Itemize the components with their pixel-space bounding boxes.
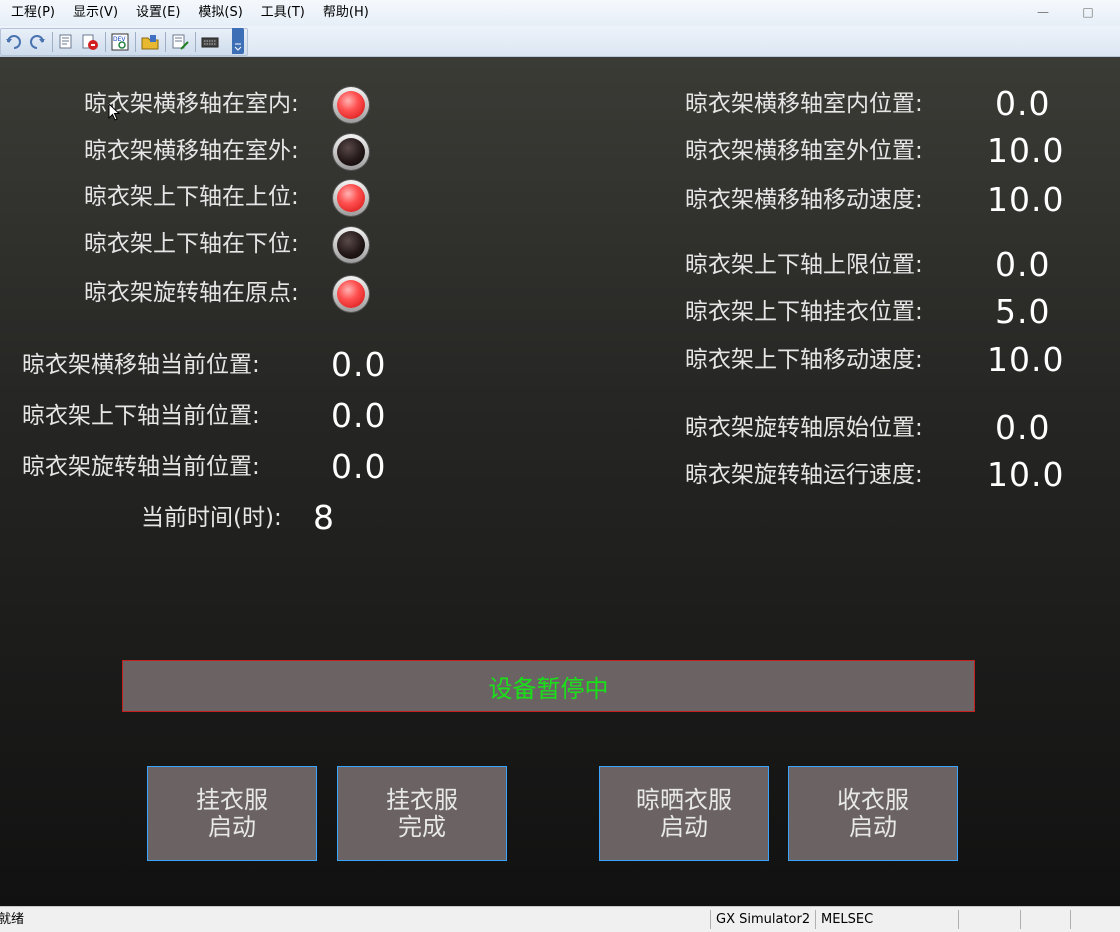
param-value[interactable]: 5.0: [995, 294, 1050, 330]
toolbar-separator: [195, 32, 196, 52]
menu-tools[interactable]: 工具(T): [252, 4, 314, 22]
indicator-lamp-traverse-outdoor: [333, 134, 369, 170]
param-value[interactable]: 0.0: [995, 86, 1050, 122]
current-position-value: 0.0: [331, 447, 387, 486]
toolbar-strip: DEV: [0, 28, 248, 56]
current-position-value: 0.0: [331, 345, 387, 384]
button-label-line1: 挂衣服: [386, 785, 458, 814]
toolbar-separator: [105, 32, 106, 52]
indicator-lamp-rotation-origin: [333, 276, 369, 312]
indicator-lamp-traverse-indoor: [333, 87, 369, 123]
redo-icon[interactable]: [26, 31, 48, 53]
button-label-line2: 启动: [849, 812, 897, 841]
param-label: 晾衣架横移轴室内位置:: [685, 91, 923, 117]
button-label-line2: 启动: [660, 812, 708, 841]
current-time-value: 8: [313, 498, 335, 537]
hang-clothes-done-button[interactable]: 挂衣服 完成: [337, 766, 507, 861]
monitor-icon[interactable]: [56, 31, 78, 53]
minimize-button[interactable]: —: [1028, 2, 1058, 22]
stop-icon[interactable]: [79, 31, 101, 53]
menu-help[interactable]: 帮助(H): [314, 4, 378, 22]
device-status-banner: 设备暂停中: [122, 660, 975, 712]
toolbar-overflow-button[interactable]: [232, 28, 244, 54]
param-value[interactable]: 10.0: [987, 342, 1064, 378]
toolbar: DEV: [0, 26, 1120, 57]
param-label: 晾衣架上下轴上限位置:: [685, 252, 923, 278]
status-divider: [815, 910, 816, 929]
menu-settings[interactable]: 设置(E): [127, 4, 189, 22]
menu-simulation[interactable]: 模拟(S): [189, 4, 251, 22]
hang-clothes-start-button[interactable]: 挂衣服 启动: [147, 766, 317, 861]
indicator-lamp-vertical-up: [333, 180, 369, 216]
status-bar: 就绪 GX Simulator2 MELSEC: [0, 906, 1120, 932]
indicator-label: 晾衣架上下轴在上位:: [84, 184, 299, 210]
current-position-label: 晾衣架上下轴当前位置:: [22, 403, 260, 429]
maximize-button[interactable]: □: [1073, 2, 1103, 22]
open-folder-icon[interactable]: [139, 31, 161, 53]
param-label: 晾衣架横移轴移动速度:: [685, 187, 923, 213]
param-label: 晾衣架旋转轴运行速度:: [685, 462, 923, 488]
status-app-name: GX Simulator2: [716, 912, 811, 927]
undo-icon[interactable]: [3, 31, 25, 53]
param-label: 晾衣架上下轴挂衣位置:: [685, 299, 923, 325]
svg-text:DEV: DEV: [113, 36, 126, 43]
write-icon[interactable]: [169, 31, 191, 53]
toolbar-separator: [52, 32, 53, 52]
toolbar-separator: [135, 32, 136, 52]
indicator-lamp-vertical-down: [333, 227, 369, 263]
param-value[interactable]: 10.0: [987, 133, 1064, 169]
status-vendor: MELSEC: [821, 912, 874, 927]
menu-project[interactable]: 工程(P): [2, 4, 64, 22]
param-value[interactable]: 10.0: [987, 457, 1064, 493]
param-value[interactable]: 0.0: [995, 247, 1050, 283]
indicator-label: 晾衣架横移轴在室外:: [84, 138, 299, 164]
button-label-line1: 收衣服: [837, 785, 909, 814]
button-label-line1: 晾晒衣服: [636, 785, 732, 814]
menu-bar: 工程(P) 显示(V) 设置(E) 模拟(S) 工具(T) 帮助(H) — □: [0, 0, 1120, 26]
menu-view[interactable]: 显示(V): [64, 4, 127, 22]
status-divider: [1020, 910, 1021, 929]
param-label: 晾衣架旋转轴原始位置:: [685, 415, 923, 441]
hmi-screen: 晾衣架横移轴在室内: 晾衣架横移轴在室外: 晾衣架上下轴在上位: 晾衣架上下轴在…: [0, 57, 1120, 906]
device-search-icon[interactable]: DEV: [109, 31, 131, 53]
indicator-label: 晾衣架旋转轴在原点:: [84, 280, 299, 306]
dry-clothes-start-button[interactable]: 晾晒衣服 启动: [599, 766, 769, 861]
keyboard-icon[interactable]: [199, 31, 221, 53]
indicator-label: 晾衣架上下轴在下位:: [84, 231, 299, 257]
param-label: 晾衣架上下轴移动速度:: [685, 347, 923, 373]
chevron-down-icon: [234, 43, 242, 51]
status-ready-text: 就绪: [0, 912, 25, 927]
param-label: 晾衣架横移轴室外位置:: [685, 138, 923, 164]
button-label-line2: 启动: [208, 812, 256, 841]
current-time-label: 当前时间(时):: [141, 505, 282, 531]
button-label-line1: 挂衣服: [196, 785, 268, 814]
param-value[interactable]: 0.0: [995, 410, 1050, 446]
param-value[interactable]: 10.0: [987, 182, 1064, 218]
button-label-line2: 完成: [398, 812, 446, 841]
collect-clothes-start-button[interactable]: 收衣服 启动: [788, 766, 958, 861]
current-position-label: 晾衣架旋转轴当前位置:: [22, 454, 260, 480]
current-position-value: 0.0: [331, 396, 387, 435]
status-divider: [1070, 910, 1071, 929]
device-status-text: 设备暂停中: [488, 674, 609, 703]
toolbar-separator: [165, 32, 166, 52]
status-divider: [710, 910, 711, 929]
current-position-label: 晾衣架横移轴当前位置:: [22, 352, 260, 378]
status-divider: [958, 910, 959, 929]
mouse-cursor-icon: [108, 103, 120, 121]
